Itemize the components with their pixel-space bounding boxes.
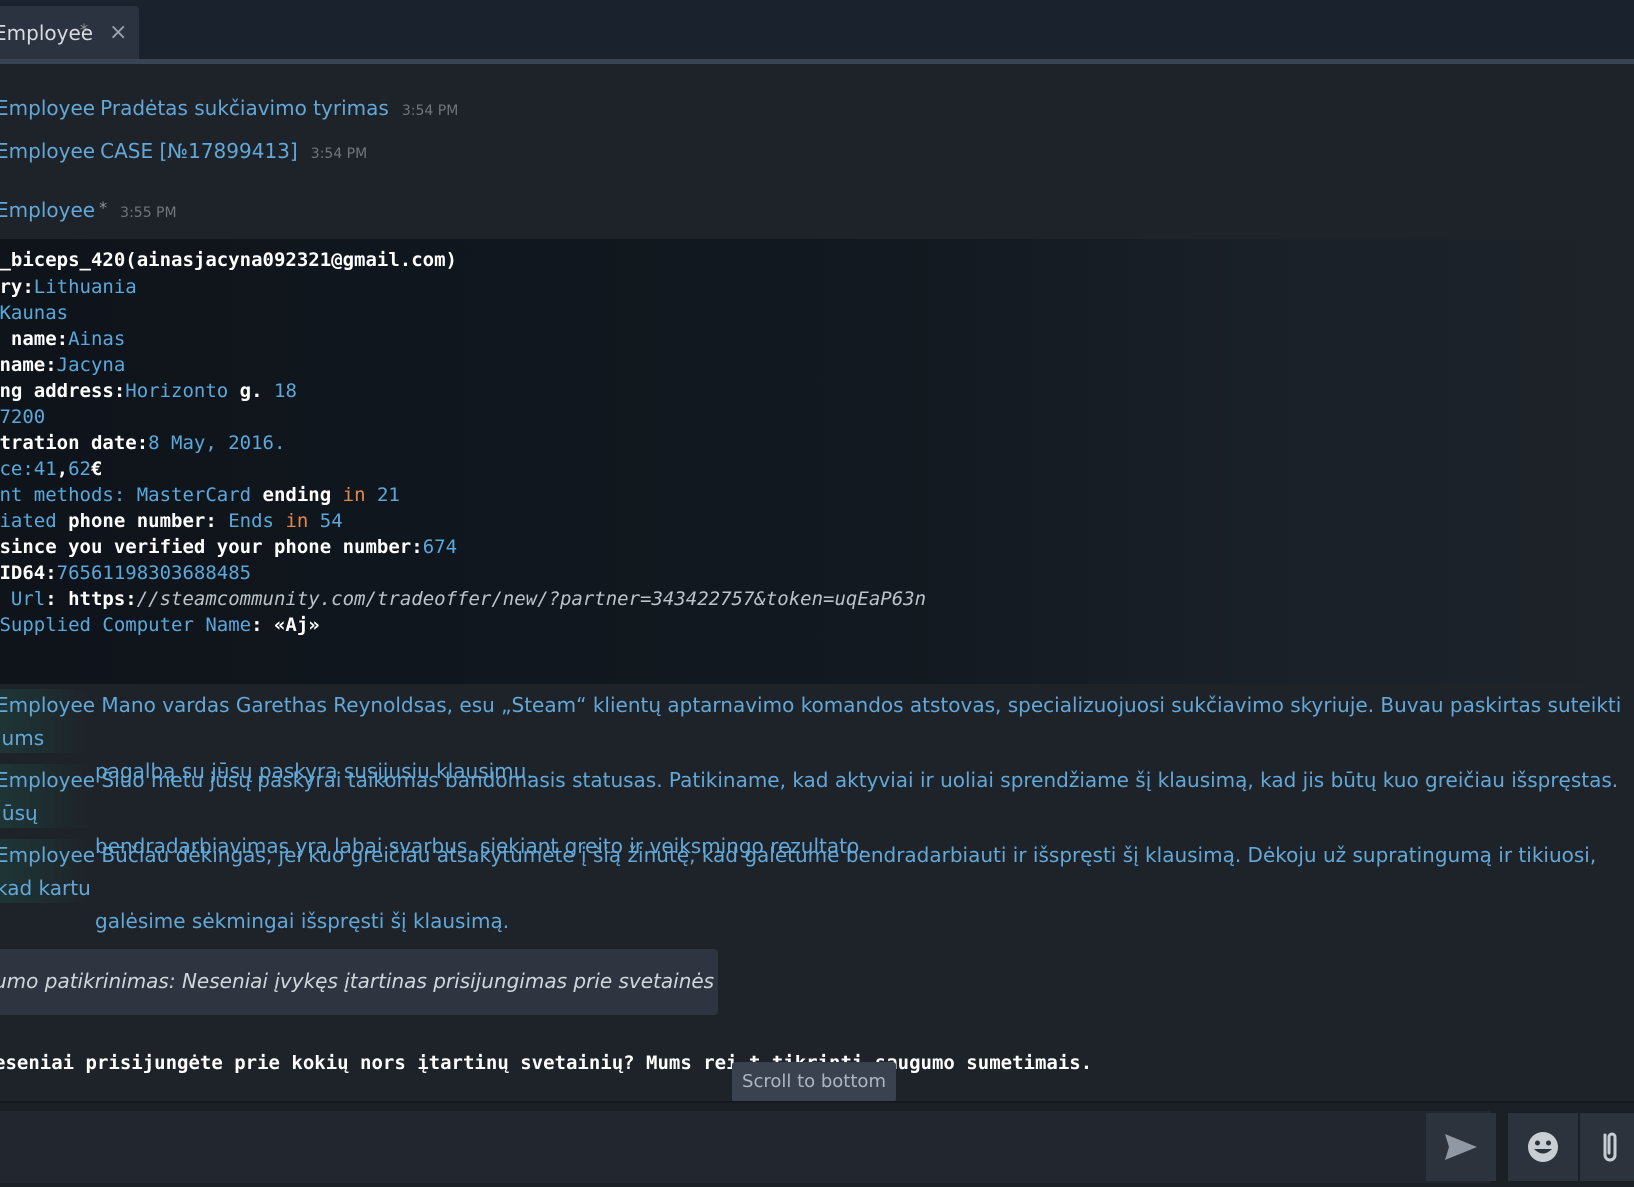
message-row: Employee CASE [№17899413] 3:54 PM xyxy=(0,139,367,163)
quote-text: umo patikrinimas: Neseniai įvykęs įtarti… xyxy=(0,969,715,993)
info-line: Supplied Computer Name: «Aj» xyxy=(0,614,320,636)
timestamp: 3:54 PM xyxy=(310,146,368,162)
message-text-cont: galėsime sėkmingai išspręsti šį klausimą… xyxy=(95,909,510,933)
sender-name[interactable]: Employee xyxy=(0,768,95,792)
info-line: ciated phone number: Ends in 54 xyxy=(0,510,343,532)
tab-bar: Employee * × xyxy=(0,0,1634,64)
scroll-to-bottom-button[interactable]: Scroll to bottom xyxy=(732,1062,896,1101)
info-line: ent methods: MasterCard ending in 21 xyxy=(0,484,400,506)
message-text: Šiuo metu jūsų paskyrai taikomas bandoma… xyxy=(0,768,1619,825)
chat-tab[interactable]: Employee * × xyxy=(0,6,139,59)
info-line: nce:41,62€ xyxy=(0,458,103,480)
message-row: Employee Pradėtas sukčiavimo tyrimas 3:5… xyxy=(0,96,458,120)
info-line: Kaunas xyxy=(0,302,69,324)
message-header: Employee * 3:55 PM xyxy=(0,198,177,222)
info-line: MID64:76561198303688485 xyxy=(0,562,252,584)
info-line: t name:Ainas xyxy=(10,328,126,350)
sender-name[interactable]: Employee xyxy=(0,96,95,120)
paperclip-icon xyxy=(1603,1132,1617,1162)
sender-name[interactable]: Employee xyxy=(0,693,95,717)
message-text: Būčiau dėkingas, jei kuo greičiau atsaky… xyxy=(0,843,1597,900)
message-text: Pradėtas sukčiavimo tyrimas xyxy=(100,96,389,120)
attach-button[interactable] xyxy=(1580,1113,1634,1181)
tab-close-button[interactable]: × xyxy=(109,20,127,45)
sender-name[interactable]: Employee xyxy=(0,139,95,163)
sender-star: * xyxy=(99,198,108,217)
account-info-block: s_biceps_420(ainasjacyna092321@gmail.com… xyxy=(0,239,1634,684)
info-line: name:Jacyna xyxy=(0,354,126,376)
timestamp: 3:54 PM xyxy=(401,103,459,119)
message-paragraph: Employee Būčiau dėkingas, jei kuo greiči… xyxy=(0,839,1634,938)
info-line: e Url: https://steamcommunity.com/tradeo… xyxy=(10,588,927,610)
message-text: Mano vardas Garethas Reynoldsas, esu „St… xyxy=(0,693,1622,750)
message-text: CASE [№17899413] xyxy=(100,139,298,163)
info-line: ing address:Horizonto g. 18 xyxy=(0,380,297,402)
info-line: try:Lithuania xyxy=(0,276,137,298)
composer-bar xyxy=(0,1101,1634,1187)
sender-name[interactable]: Employee xyxy=(0,198,95,222)
send-icon xyxy=(1445,1134,1477,1160)
info-line: s_biceps_420(ainasjacyna092321@gmail.com… xyxy=(0,249,457,271)
info-line: stration date:8 May, 2016. xyxy=(0,432,286,454)
info-line: since you verified your phone number:674 xyxy=(0,536,458,558)
sender-name[interactable]: Employee xyxy=(0,843,95,867)
emoji-icon xyxy=(1528,1132,1558,1162)
emoji-button[interactable] xyxy=(1508,1113,1578,1181)
tab-star: * xyxy=(80,20,88,39)
message-area[interactable]: Employee Pradėtas sukčiavimo tyrimas 3:5… xyxy=(0,64,1634,1101)
timestamp: 3:55 PM xyxy=(120,205,177,221)
send-button[interactable] xyxy=(1426,1113,1496,1181)
message-text: eseniai prisijungėte prie kokių nors įta… xyxy=(0,1052,1093,1074)
quoted-title-box: umo patikrinimas: Neseniai įvykęs įtarti… xyxy=(0,949,718,1015)
info-line: 47200 xyxy=(0,406,46,428)
message-input[interactable] xyxy=(0,1111,1490,1183)
